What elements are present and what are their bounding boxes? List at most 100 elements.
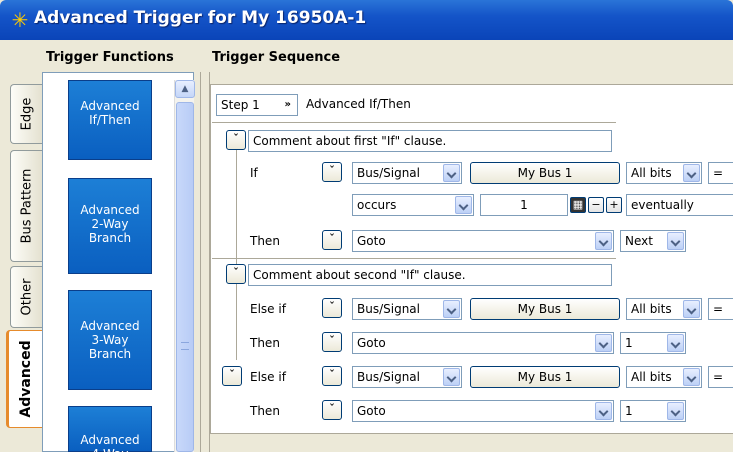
window-title: Advanced Trigger for My 16950A-1 bbox=[34, 8, 367, 28]
clause3-bus-name-button[interactable]: My Bus 1 bbox=[470, 366, 620, 388]
tab-advanced[interactable]: Advanced bbox=[6, 330, 42, 428]
clause2-bus-name-button[interactable]: My Bus 1 bbox=[470, 298, 620, 320]
pane-splitter[interactable] bbox=[200, 72, 210, 452]
double-chevron-down-icon: ˇ bbox=[329, 402, 335, 415]
divider bbox=[212, 122, 616, 123]
scroll-up-icon[interactable]: ▲ bbox=[175, 80, 195, 98]
select-value: Goto bbox=[357, 336, 386, 350]
trigger-sequence-header: Trigger Sequence bbox=[212, 50, 341, 65]
function-advanced-if-then[interactable]: Advanced If/Then bbox=[68, 80, 152, 160]
clause1-eventually-select[interactable]: eventually bbox=[626, 194, 733, 216]
clause2-then-options-button[interactable]: ˇ bbox=[322, 332, 342, 352]
function-label: Advanced 2-Way Branch bbox=[80, 203, 140, 245]
chevron-down-icon bbox=[443, 368, 460, 386]
expand-clause1-button[interactable]: ˇ bbox=[226, 130, 246, 150]
clause2-signal-type-select[interactable]: Bus/Signal bbox=[352, 298, 462, 320]
then-label: Then bbox=[250, 404, 280, 418]
clause2-comment-field[interactable]: Comment about second "If" clause. bbox=[248, 264, 612, 286]
chevron-down-icon bbox=[595, 232, 612, 250]
select-value: All bits bbox=[631, 166, 672, 180]
expand-clause3-button[interactable]: ˇ bbox=[222, 366, 242, 386]
expand-clause2-button[interactable]: ˇ bbox=[226, 264, 246, 284]
tab-label: Advanced bbox=[17, 340, 34, 418]
select-value: Bus/Signal bbox=[357, 166, 420, 180]
clause1-comment-field[interactable]: Comment about first "If" clause. bbox=[248, 130, 612, 152]
clause1-bus-name-button[interactable]: My Bus 1 bbox=[470, 162, 620, 184]
double-chevron-down-icon: ˇ bbox=[233, 266, 239, 279]
chevron-down-icon bbox=[595, 402, 612, 420]
clause2-target-select[interactable]: 1 bbox=[620, 332, 686, 354]
tab-bus-pattern[interactable]: Bus Pattern bbox=[10, 150, 42, 262]
select-value: Goto bbox=[357, 234, 386, 248]
clause1-if-options-button[interactable]: ˇ bbox=[322, 162, 342, 182]
select-value: = bbox=[713, 302, 724, 316]
double-chevron-down-icon: ˇ bbox=[233, 132, 239, 145]
plus-icon[interactable]: + bbox=[606, 197, 622, 213]
then-label: Then bbox=[250, 336, 280, 350]
double-chevron-down-icon: ˇ bbox=[329, 368, 335, 381]
tab-other[interactable]: Other bbox=[10, 266, 42, 328]
grip-icon bbox=[181, 342, 189, 350]
clause3-operator-select[interactable]: = bbox=[708, 366, 733, 388]
clause1-bits-select[interactable]: All bits bbox=[626, 162, 702, 184]
double-chevron-down-icon: ˇ bbox=[329, 164, 335, 177]
select-value: Goto bbox=[357, 404, 386, 418]
clause2-action-select[interactable]: Goto bbox=[352, 332, 614, 354]
tab-label: Edge bbox=[19, 97, 34, 131]
clause1-then-options-button[interactable]: ˇ bbox=[322, 230, 342, 250]
function-label: Advanced If/Then bbox=[80, 99, 140, 127]
tab-label: Other bbox=[19, 278, 34, 316]
double-chevron-down-icon: » bbox=[284, 99, 291, 110]
function-advanced-2-way-branch[interactable]: Advanced 2-Way Branch bbox=[68, 178, 152, 274]
scroll-thumb[interactable] bbox=[176, 102, 194, 452]
else-if-label: Else if bbox=[250, 302, 286, 316]
if-label: If bbox=[250, 166, 258, 180]
select-value: Next bbox=[625, 234, 653, 248]
clause3-bits-select[interactable]: All bits bbox=[626, 366, 702, 388]
double-chevron-down-icon: ˇ bbox=[229, 368, 235, 381]
clause1-target-select[interactable]: Next bbox=[620, 230, 686, 252]
function-list-scrollbar[interactable]: ▲ bbox=[174, 80, 195, 452]
function-advanced-4-way-branch[interactable]: Advanced 4-Way bbox=[68, 406, 152, 452]
function-label: Advanced 3-Way Branch bbox=[80, 319, 140, 361]
chevron-down-icon bbox=[443, 164, 460, 182]
chevron-down-icon bbox=[595, 334, 612, 352]
calculator-icon[interactable]: ▦ bbox=[570, 197, 586, 213]
title-bar[interactable]: ✳ Advanced Trigger for My 16950A-1 bbox=[0, 0, 733, 40]
chevron-down-icon bbox=[667, 334, 684, 352]
step-select[interactable]: Step 1 » bbox=[216, 94, 298, 116]
clause3-target-select[interactable]: 1 bbox=[620, 400, 686, 422]
chevron-down-icon bbox=[667, 232, 684, 250]
select-value: All bits bbox=[631, 302, 672, 316]
chevron-down-icon bbox=[683, 368, 700, 386]
tree-line bbox=[236, 284, 237, 360]
clause3-action-select[interactable]: Goto bbox=[352, 400, 614, 422]
clause3-if-options-button[interactable]: ˇ bbox=[322, 366, 342, 386]
app-icon: ✳ bbox=[11, 8, 29, 32]
select-value: Bus/Signal bbox=[357, 302, 420, 316]
trigger-functions-header: Trigger Functions bbox=[46, 50, 174, 65]
function-advanced-3-way-branch[interactable]: Advanced 3-Way Branch bbox=[68, 290, 152, 390]
else-if-label: Else if bbox=[250, 370, 286, 384]
function-label: Advanced 4-Way bbox=[80, 433, 140, 452]
minus-icon[interactable]: − bbox=[588, 197, 604, 213]
select-value: All bits bbox=[631, 370, 672, 384]
step-select-value: Step 1 bbox=[221, 98, 260, 112]
tree-line bbox=[236, 150, 237, 270]
tab-edge[interactable]: Edge bbox=[10, 84, 42, 144]
clause1-signal-type-select[interactable]: Bus/Signal bbox=[352, 162, 462, 184]
clause2-if-options-button[interactable]: ˇ bbox=[322, 298, 342, 318]
clause1-occurs-select[interactable]: occurs bbox=[352, 194, 474, 216]
select-value: Bus/Signal bbox=[357, 370, 420, 384]
clause1-count-field[interactable]: 1 bbox=[480, 194, 568, 216]
clause1-action-select[interactable]: Goto bbox=[352, 230, 614, 252]
clause2-operator-select[interactable]: = bbox=[708, 298, 733, 320]
clause3-signal-type-select[interactable]: Bus/Signal bbox=[352, 366, 462, 388]
chevron-down-icon bbox=[455, 196, 472, 214]
clause2-bits-select[interactable]: All bits bbox=[626, 298, 702, 320]
double-chevron-down-icon: ˇ bbox=[329, 334, 335, 347]
clause3-then-options-button[interactable]: ˇ bbox=[322, 400, 342, 420]
tab-label: Bus Pattern bbox=[19, 168, 34, 244]
divider bbox=[212, 258, 616, 259]
clause1-operator-select[interactable]: = bbox=[708, 162, 733, 184]
